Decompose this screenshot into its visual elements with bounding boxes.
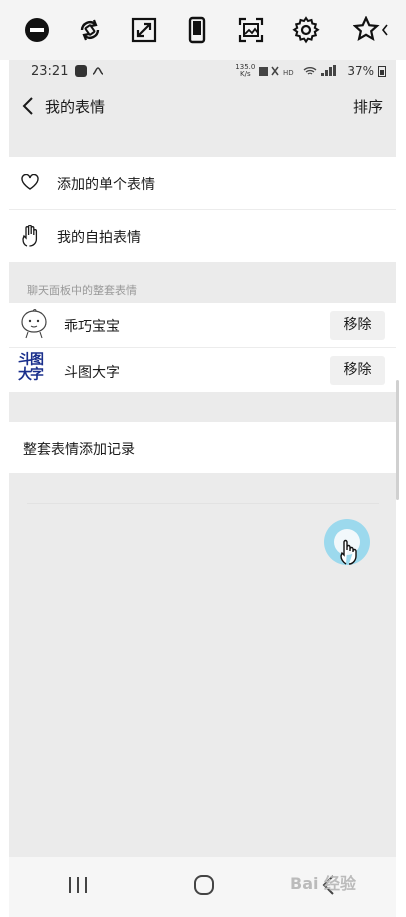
baidu-watermark: Bai 经验: [290, 874, 357, 893]
remove-button[interactable]: 移除: [330, 311, 385, 340]
heart-icon: [21, 174, 39, 190]
rotate-icon[interactable]: [73, 13, 107, 47]
baby-face-icon: [21, 309, 47, 339]
faint-divider: [27, 503, 379, 504]
single-stickers-label: 添加的单个表情: [57, 177, 155, 193]
signal-icons: HD: [259, 66, 294, 77]
add-history-label: 整套表情添加记录: [23, 442, 135, 458]
screen-edge: [396, 60, 406, 917]
hand-icon: [22, 225, 38, 247]
gear-icon[interactable]: [289, 13, 323, 47]
home-icon[interactable]: [193, 874, 215, 896]
sort-button[interactable]: 排序: [353, 96, 383, 117]
selfie-stickers-row[interactable]: 我的自拍表情: [9, 210, 396, 262]
selfie-stickers-label: 我的自拍表情: [57, 230, 141, 246]
notification-icons: [75, 65, 105, 77]
link-icon: [92, 67, 104, 75]
add-history-row[interactable]: 整套表情添加记录: [9, 422, 396, 473]
speed-unit: K/s: [240, 70, 251, 78]
svg-text:HD: HD: [283, 69, 294, 77]
sticker-set-row[interactable]: 斗图大字 斗图大字 移除: [9, 348, 396, 392]
page-title: 我的表情: [45, 98, 106, 116]
minus-circle-icon[interactable]: [20, 13, 54, 47]
single-stickers-row[interactable]: 添加的单个表情: [9, 157, 396, 209]
battery-percent: 37%: [347, 64, 374, 78]
back-arrow-icon[interactable]: [21, 96, 35, 116]
editor-toolbar: [0, 0, 406, 60]
status-time: 23:21: [31, 64, 69, 79]
star-icon[interactable]: [350, 13, 394, 47]
battery-icon: [378, 66, 386, 77]
status-bar: 23:21 135.0 K/s HD 37%: [9, 60, 396, 84]
phone-icon[interactable]: [180, 13, 214, 47]
doutu-logo-icon: 斗图大字: [18, 352, 44, 383]
network-speed: 135.0 K/s: [235, 64, 255, 78]
screenshot-icon[interactable]: [234, 13, 268, 47]
sticker-set-name: 斗图大字: [64, 365, 120, 381]
status-right: 135.0 K/s HD 37%: [235, 64, 386, 78]
title-bar: 我的表情 排序: [9, 84, 396, 128]
expand-icon[interactable]: [127, 13, 161, 47]
hand-cursor-icon: [340, 539, 357, 565]
recent-apps-icon[interactable]: [67, 875, 89, 895]
sticker-set-name: 乖巧宝宝: [64, 319, 120, 335]
section-header: 聊天面板中的整套表情: [27, 284, 137, 297]
app-notification-icon: [75, 65, 87, 77]
wifi-signal-icon: [303, 65, 337, 76]
sticker-set-row[interactable]: 乖巧宝宝 移除: [9, 303, 396, 347]
phone-screen: 23:21 135.0 K/s HD 37% 我的表情 排序 添加的单个表情 我…: [9, 60, 396, 917]
remove-button[interactable]: 移除: [330, 356, 385, 385]
